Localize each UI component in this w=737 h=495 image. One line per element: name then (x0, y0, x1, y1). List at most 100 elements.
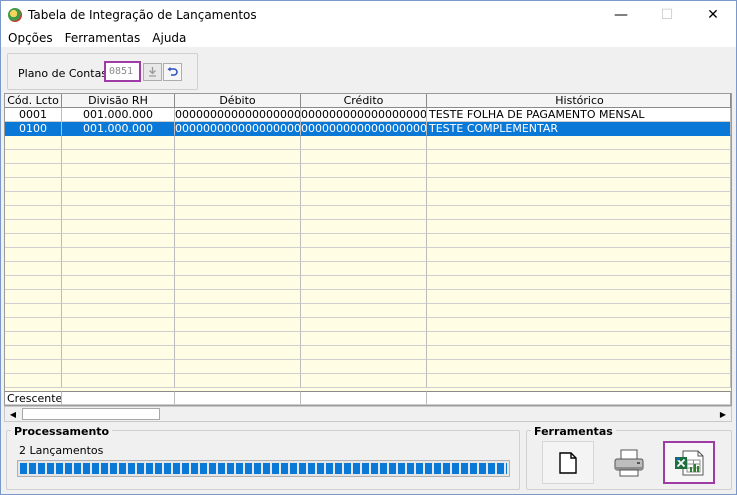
menu-ferramentas[interactable]: Ferramentas (58, 29, 146, 47)
horizontal-scrollbar[interactable]: ◀ ▶ (4, 406, 732, 422)
empty-cell (62, 164, 175, 178)
lancamentos-grid[interactable]: Cód. Lcto Divisão RH Débito Crédito Hist… (4, 93, 732, 406)
title-bar[interactable]: Tabela de Integração de Lançamentos — ☐ … (1, 1, 736, 29)
empty-cell (301, 150, 427, 164)
empty-cell (62, 136, 175, 150)
empty-cell (5, 276, 62, 290)
minimize-button[interactable]: — (598, 1, 644, 29)
empty-cell (62, 248, 175, 262)
empty-cell (175, 318, 301, 332)
empty-cell (5, 150, 62, 164)
grid-header: Cód. Lcto Divisão RH Débito Crédito Hist… (5, 94, 731, 108)
empty-row (5, 304, 731, 318)
empty-cell (62, 276, 175, 290)
processamento-status: 2 Lançamentos (19, 444, 104, 457)
empty-row (5, 332, 731, 346)
footer-sort-order: Crescente (5, 391, 62, 405)
cell-debito: 0000000000000000005 (175, 122, 301, 136)
empty-cell (175, 290, 301, 304)
empty-row (5, 178, 731, 192)
scroll-right-icon[interactable]: ▶ (715, 407, 731, 421)
empty-row (5, 248, 731, 262)
empty-cell (427, 234, 731, 248)
empty-cell (427, 136, 731, 150)
empty-cell (5, 164, 62, 178)
download-arrow-icon (149, 67, 156, 77)
new-document-button[interactable] (542, 441, 594, 484)
empty-cell (175, 220, 301, 234)
scroll-left-icon[interactable]: ◀ (5, 407, 21, 421)
empty-cell (301, 136, 427, 150)
grid-footer: Crescente (5, 391, 731, 405)
empty-cell (175, 206, 301, 220)
processamento-title: Processamento (11, 425, 113, 438)
table-row[interactable]: 0001 001.000.000 0000000000000000008 000… (5, 108, 731, 122)
export-excel-button[interactable] (663, 441, 715, 484)
empty-cell (5, 360, 62, 374)
empty-cell (427, 178, 731, 192)
empty-cell (427, 248, 731, 262)
empty-cell (175, 234, 301, 248)
empty-row (5, 374, 731, 388)
processamento-group: Processamento 2 Lançamentos (6, 425, 520, 490)
close-button[interactable]: ✕ (690, 1, 736, 29)
cell-divisao-rh: 001.000.000 (62, 122, 175, 136)
empty-cell (301, 346, 427, 360)
empty-row (5, 290, 731, 304)
column-header-historico[interactable]: Histórico (427, 94, 731, 108)
empty-cell (427, 192, 731, 206)
empty-cell (301, 360, 427, 374)
grid-rows: 0001 001.000.000 0000000000000000008 000… (5, 108, 731, 392)
empty-row (5, 192, 731, 206)
empty-cell (175, 360, 301, 374)
empty-cell (301, 276, 427, 290)
empty-cell (62, 178, 175, 192)
empty-cell (62, 332, 175, 346)
column-header-cod-lcto[interactable]: Cód. Lcto (5, 94, 62, 108)
empty-cell (301, 262, 427, 276)
empty-row (5, 164, 731, 178)
footer-cell (175, 391, 301, 405)
menu-ajuda[interactable]: Ajuda (145, 29, 191, 47)
column-header-debito[interactable]: Débito (175, 94, 301, 108)
empty-cell (427, 304, 731, 318)
empty-cell (427, 332, 731, 346)
empty-cell (5, 374, 62, 388)
ferramentas-group: Ferramentas (526, 425, 732, 490)
empty-cell (62, 150, 175, 164)
footer-cell (62, 391, 175, 405)
empty-cell (62, 318, 175, 332)
empty-cell (5, 220, 62, 234)
column-header-divisao-rh[interactable]: Divisão RH (62, 94, 175, 108)
column-header-credito[interactable]: Crédito (301, 94, 427, 108)
empty-cell (5, 192, 62, 206)
empty-cell (301, 178, 427, 192)
cell-credito: 0000000000000000009 (301, 108, 427, 122)
empty-cell (427, 276, 731, 290)
empty-cell (175, 374, 301, 388)
empty-row (5, 346, 731, 360)
empty-cell (62, 290, 175, 304)
cell-historico: TESTE FOLHA DE PAGAMENTO MENSAL (427, 108, 731, 122)
empty-cell (301, 290, 427, 304)
scrollbar-thumb[interactable] (22, 408, 160, 420)
empty-cell (62, 374, 175, 388)
load-plano-button[interactable] (143, 63, 162, 81)
menu-bar: Opções Ferramentas Ajuda (1, 29, 736, 47)
maximize-button[interactable]: ☐ (644, 1, 690, 29)
empty-cell (301, 304, 427, 318)
empty-cell (427, 360, 731, 374)
empty-cell (175, 332, 301, 346)
print-button[interactable] (603, 441, 655, 484)
menu-opcoes[interactable]: Opções (1, 29, 58, 47)
empty-cell (301, 206, 427, 220)
table-row-selected[interactable]: 0100 001.000.000 0000000000000000005 000… (5, 122, 731, 136)
cell-cod-lcto: 0100 (5, 122, 62, 136)
empty-cell (62, 360, 175, 374)
plano-de-contas-input[interactable]: 0851 (104, 61, 141, 82)
footer-cell (301, 391, 427, 405)
empty-cell (175, 304, 301, 318)
empty-cell (62, 346, 175, 360)
undo-plano-button[interactable] (163, 63, 182, 81)
empty-cell (5, 248, 62, 262)
